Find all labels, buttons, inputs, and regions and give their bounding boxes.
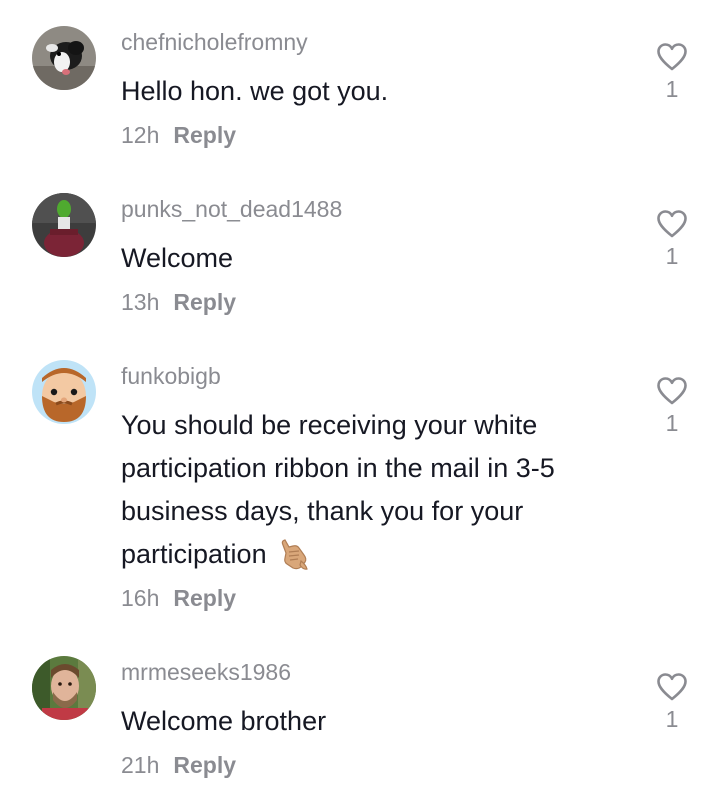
- like-count: 1: [665, 76, 679, 102]
- username[interactable]: funkobigb: [121, 365, 221, 388]
- heart-outline-icon: [657, 43, 687, 71]
- heart-outline-icon: [657, 210, 687, 238]
- green-figure-photo-avatar-icon: [32, 193, 96, 257]
- reply-button[interactable]: Reply: [173, 752, 236, 778]
- like-button[interactable]: 1: [655, 672, 689, 731]
- comment-meta: 13h Reply: [121, 291, 236, 314]
- username[interactable]: punks_not_dead1488: [121, 198, 342, 221]
- comment-time: 12h: [121, 122, 160, 148]
- avatar[interactable]: [32, 26, 96, 90]
- username[interactable]: chefnicholefromny: [121, 31, 308, 54]
- comment-text-line: You should be receiving your white: [121, 410, 538, 440]
- comment-text-line: business days, thank you for your: [121, 496, 524, 526]
- like-count: 1: [665, 706, 679, 732]
- reply-button[interactable]: Reply: [173, 289, 236, 315]
- username[interactable]: mrmeseeks1986: [121, 661, 291, 684]
- comment-meta: 21h Reply: [121, 754, 236, 777]
- like-count: 1: [665, 243, 679, 269]
- like-button[interactable]: 1: [655, 376, 689, 435]
- comment-text-line: participation: [121, 533, 621, 584]
- avatar[interactable]: [32, 193, 96, 257]
- comment-text: Welcome: [121, 243, 234, 273]
- like-button[interactable]: 1: [655, 42, 689, 101]
- comment-text: Hello hon. we got you.: [121, 76, 389, 106]
- comment-time: 21h: [121, 752, 160, 778]
- avatar[interactable]: [32, 360, 96, 424]
- reply-button[interactable]: Reply: [173, 585, 236, 611]
- like-button[interactable]: 1: [655, 209, 689, 268]
- dog-photo-avatar-icon: [32, 26, 96, 90]
- comment-meta: 12h Reply: [121, 124, 236, 147]
- call-me-hand-emoji-icon: [277, 537, 309, 584]
- comment-meta: 16h Reply: [121, 587, 236, 610]
- comment-time: 16h: [121, 585, 160, 611]
- comment-time: 13h: [121, 289, 160, 315]
- heart-outline-icon: [657, 377, 687, 405]
- comment-text-line: participation ribbon in the mail in 3-5: [121, 453, 555, 483]
- like-count: 1: [665, 410, 679, 436]
- comment-text: You should be receiving your white parti…: [121, 404, 621, 584]
- heart-outline-icon: [657, 673, 687, 701]
- bearded-cartoon-avatar-icon: [32, 360, 96, 424]
- comment-text-segment: participation: [121, 539, 267, 569]
- avatar[interactable]: [32, 656, 96, 720]
- man-photo-avatar-icon: [32, 656, 96, 720]
- reply-button[interactable]: Reply: [173, 122, 236, 148]
- comment-text: Welcome brother: [121, 706, 327, 736]
